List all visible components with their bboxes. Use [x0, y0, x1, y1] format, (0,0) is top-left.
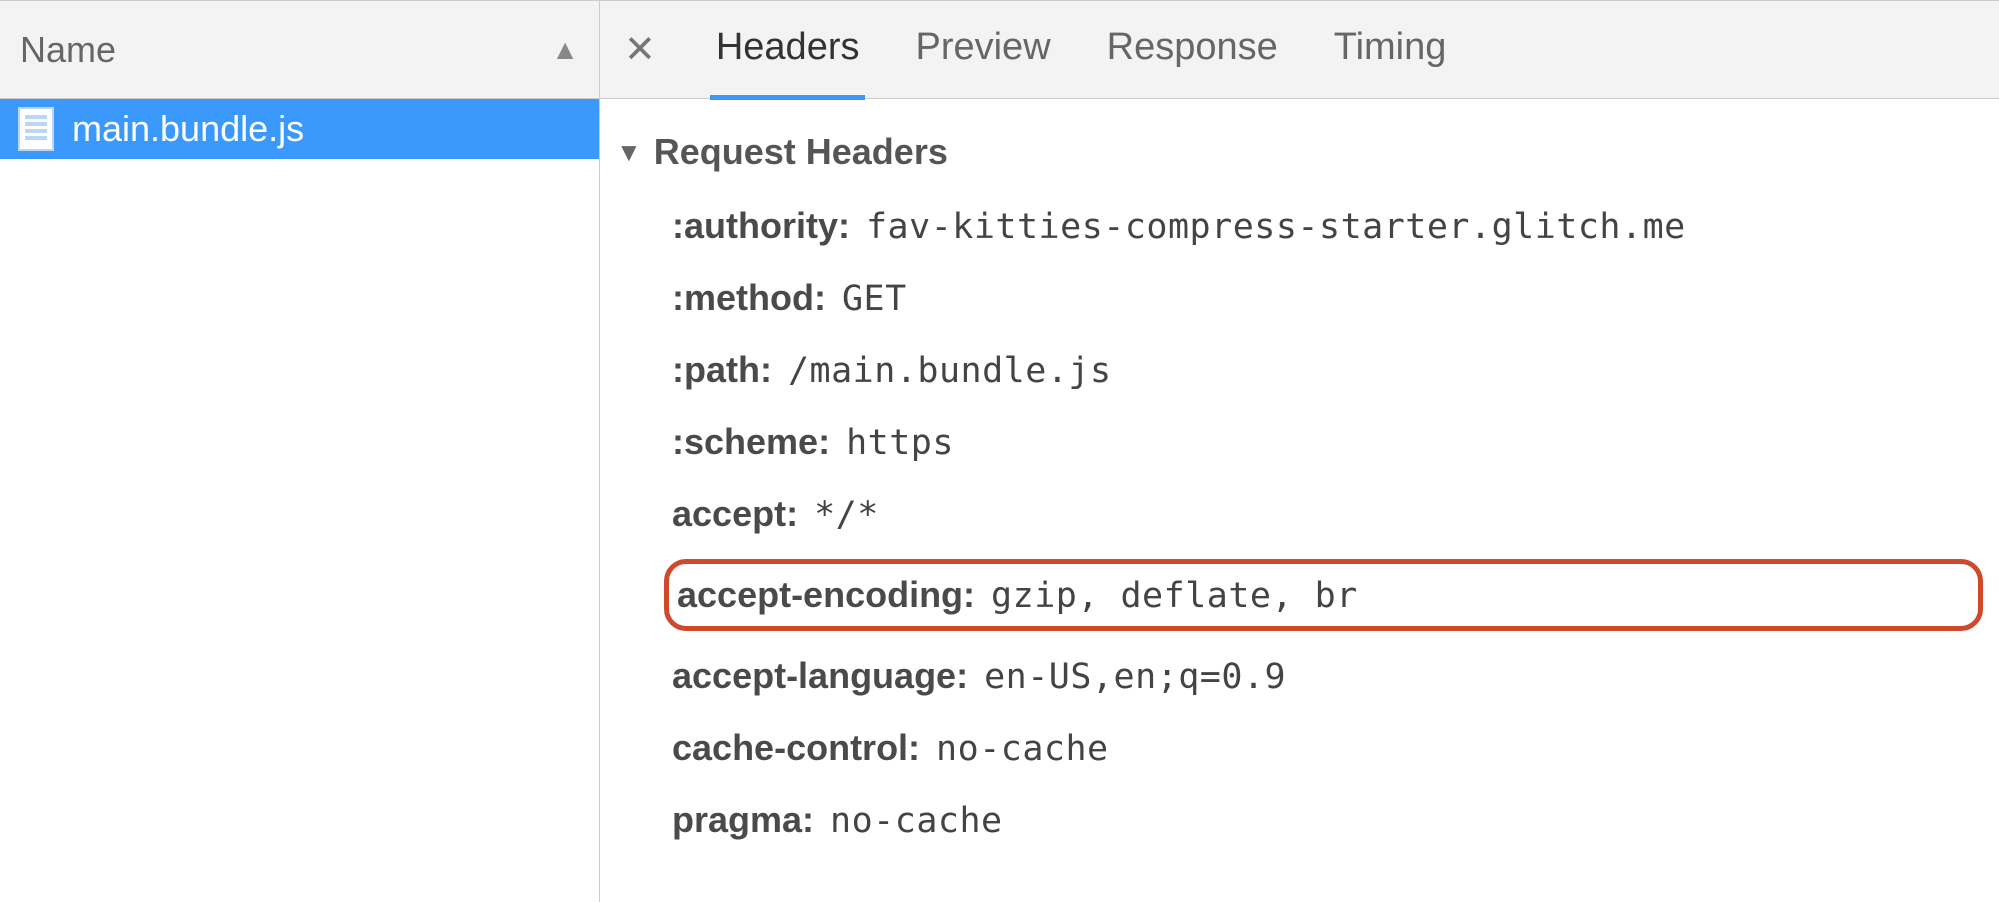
header-key: :scheme:: [672, 421, 830, 463]
file-icon: [18, 107, 54, 151]
header-key: :method:: [672, 277, 826, 319]
request-row[interactable]: main.bundle.js: [0, 99, 599, 159]
column-header-label: Name: [20, 29, 116, 71]
header-value: no-cache: [830, 801, 1003, 841]
section-title: Request Headers: [654, 131, 948, 173]
header-value: */*: [814, 495, 879, 535]
header-row[interactable]: :path: /main.bundle.js: [664, 343, 1983, 397]
header-row[interactable]: accept: */*: [664, 487, 1983, 541]
header-row[interactable]: accept-language: en-US,en;q=0.9: [664, 649, 1983, 703]
header-row[interactable]: cache-control: no-cache: [664, 721, 1983, 775]
request-headers-list: :authority: fav-kitties-compress-starter.…: [616, 199, 1983, 847]
header-row[interactable]: accept-encoding: gzip, deflate, br: [664, 559, 1983, 631]
header-key: accept:: [672, 493, 798, 535]
tab-preview[interactable]: Preview: [915, 26, 1050, 73]
tab-response[interactable]: Response: [1107, 26, 1278, 73]
header-key: :authority:: [672, 205, 850, 247]
header-key: pragma:: [672, 799, 814, 841]
header-value: /main.bundle.js: [788, 351, 1112, 391]
header-key: accept-language:: [672, 655, 968, 697]
header-value: fav-kitties-compress-starter.glitch.me: [866, 207, 1686, 247]
header-row[interactable]: :method: GET: [664, 271, 1983, 325]
header-row[interactable]: :scheme: https: [664, 415, 1983, 469]
header-key: cache-control:: [672, 727, 920, 769]
sort-ascending-icon: ▲: [551, 34, 579, 66]
header-row[interactable]: pragma: no-cache: [664, 793, 1983, 847]
header-value: gzip, deflate, br: [991, 576, 1358, 616]
tab-headers[interactable]: Headers: [716, 26, 860, 73]
request-headers-toggle[interactable]: ▼ Request Headers: [616, 131, 1983, 173]
header-value: GET: [842, 279, 907, 319]
request-filename: main.bundle.js: [72, 108, 304, 150]
tab-timing[interactable]: Timing: [1334, 26, 1447, 73]
header-key: :path:: [672, 349, 772, 391]
close-icon[interactable]: ✕: [620, 27, 660, 72]
column-header-name[interactable]: Name ▲: [0, 1, 599, 99]
header-key: accept-encoding:: [677, 574, 975, 616]
devtools-network-panel: Name ▲ main.bundle.js ✕ Headers Preview …: [0, 0, 1999, 902]
chevron-down-icon: ▼: [616, 137, 642, 168]
header-value: no-cache: [936, 729, 1109, 769]
header-row[interactable]: :authority: fav-kitties-compress-starter.…: [664, 199, 1983, 253]
headers-section: ▼ Request Headers :authority: fav-kitties…: [600, 99, 1999, 885]
request-list-sidebar: Name ▲ main.bundle.js: [0, 1, 600, 902]
request-details-pane: ✕ Headers Preview Response Timing ▼ Requ…: [600, 1, 1999, 902]
header-value: en-US,en;q=0.9: [984, 657, 1286, 697]
header-value: https: [846, 423, 954, 463]
details-tabs: ✕ Headers Preview Response Timing: [600, 1, 1999, 99]
